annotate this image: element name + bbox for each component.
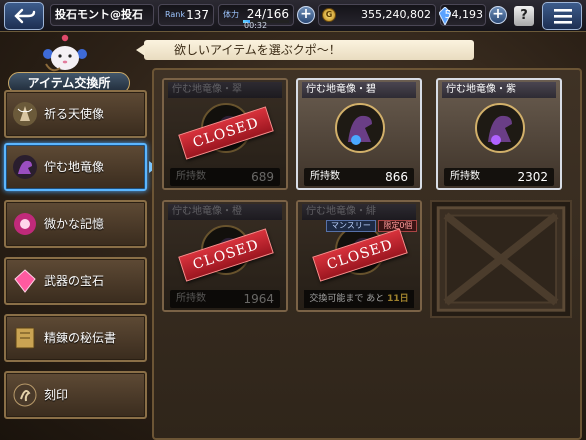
item-tags: マンスリー 限定0個 <box>326 220 418 232</box>
player-name: 投石モント@投石 <box>50 4 154 26</box>
sidebar-item-label: 佇む地竜像 <box>44 160 105 174</box>
owned-count: 所持数 866 <box>304 168 414 186</box>
rank-display: Rank 137 <box>158 4 214 26</box>
sidebar-item-label: 刻印 <box>44 388 69 402</box>
item-card-title: 佇む地竜像・紫 <box>442 82 556 98</box>
back-button[interactable] <box>4 2 44 30</box>
item-card-violet[interactable]: 佇む地竜像・紫 所持数 2302 <box>436 78 562 190</box>
gil-display: G 355,240,802 <box>318 4 436 26</box>
gil-coin-icon: G <box>322 8 336 22</box>
item-card-scarlet[interactable]: 佇む地竜像・緋 交換可能まで あと 11日 マンスリー 限定0個 CLOSED <box>296 200 422 312</box>
item-card-azure[interactable]: 佇む地竜像・碧 所持数 866 <box>296 78 422 190</box>
owned-count-value: 2302 <box>517 170 548 184</box>
item-exchange-screen: 投石モント@投石 Rank 137 体力 24/166 00:32 + G 35… <box>0 0 586 440</box>
crystal-display: 54,193 <box>439 4 486 26</box>
sidebar-item-label: 祈る天使像 <box>44 107 105 121</box>
help-button[interactable]: ? <box>514 6 534 26</box>
crystal-value: 54,193 <box>444 8 484 21</box>
angel-statue-icon <box>13 102 37 126</box>
status-bar: 投石モント@投石 Rank 137 体力 24/166 00:32 + G 35… <box>0 0 586 32</box>
gil-value: 355,240,802 <box>361 8 431 21</box>
sidebar-item-label: 微かな記憶 <box>44 217 105 231</box>
owned-count: 所持数 2302 <box>444 168 554 186</box>
memory-orb-icon <box>14 213 36 235</box>
monthly-badge: マンスリー <box>326 220 376 232</box>
rank-label: Rank <box>165 10 185 19</box>
item-card-jade[interactable]: 佇む地竜像・翠 所持数 689 CLOSED <box>162 78 288 190</box>
stamina-timer: 00:32 <box>244 21 268 30</box>
earth-dragon-statue-azure-icon <box>335 103 385 153</box>
instruction-banner: 欲しいアイテムを選ぶクポ～！ <box>136 40 474 60</box>
gem-icon <box>14 269 36 293</box>
moogle-mascot-icon <box>43 34 87 72</box>
earth-dragon-statue-violet-icon <box>475 103 525 153</box>
menu-button[interactable] <box>542 2 582 30</box>
dragon-statue-icon <box>13 155 37 179</box>
sidebar-item-praying-angel[interactable]: 祈る天使像 <box>4 90 147 138</box>
owned-count-label: 所持数 <box>310 171 340 182</box>
hamburger-menu-icon <box>554 9 572 24</box>
sidebar-item-refining-secret-book[interactable]: 精錬の秘伝書 <box>4 314 147 362</box>
item-card-orange[interactable]: 佇む地竜像・橙 所持数 1964 CLOSED <box>162 200 288 312</box>
item-grid-panel: 佇む地竜像・翠 所持数 689 CLOSED 佇む地竜像・碧 所持数 866 佇… <box>152 68 582 440</box>
add-crystal-button[interactable]: + <box>489 6 507 24</box>
sidebar-item-weapon-gems[interactable]: 武器の宝石 <box>4 257 147 305</box>
item-card-title: 佇む地竜像・碧 <box>302 82 416 98</box>
sidebar-item-label: 精錬の秘伝書 <box>44 331 117 345</box>
sidebar-item-engraving[interactable]: 刻印 <box>4 371 147 419</box>
empty-slot-crate-icon <box>430 200 572 318</box>
add-stamina-button[interactable]: + <box>297 6 315 24</box>
rank-value: 137 <box>186 8 209 22</box>
sidebar-item-faint-memory[interactable]: 微かな記憶 <box>4 200 147 248</box>
owned-count-label: 所持数 <box>450 171 480 182</box>
owned-count-value: 866 <box>385 170 408 184</box>
stamina-label: 体力 <box>223 10 239 19</box>
sidebar-item-earth-dragon[interactable]: 佇む地竜像 <box>4 143 147 191</box>
back-arrow-icon <box>14 8 36 24</box>
sidebar-item-label: 武器の宝石 <box>44 274 105 288</box>
engraving-seal-icon <box>13 383 37 407</box>
scroll-book-icon <box>15 327 35 349</box>
